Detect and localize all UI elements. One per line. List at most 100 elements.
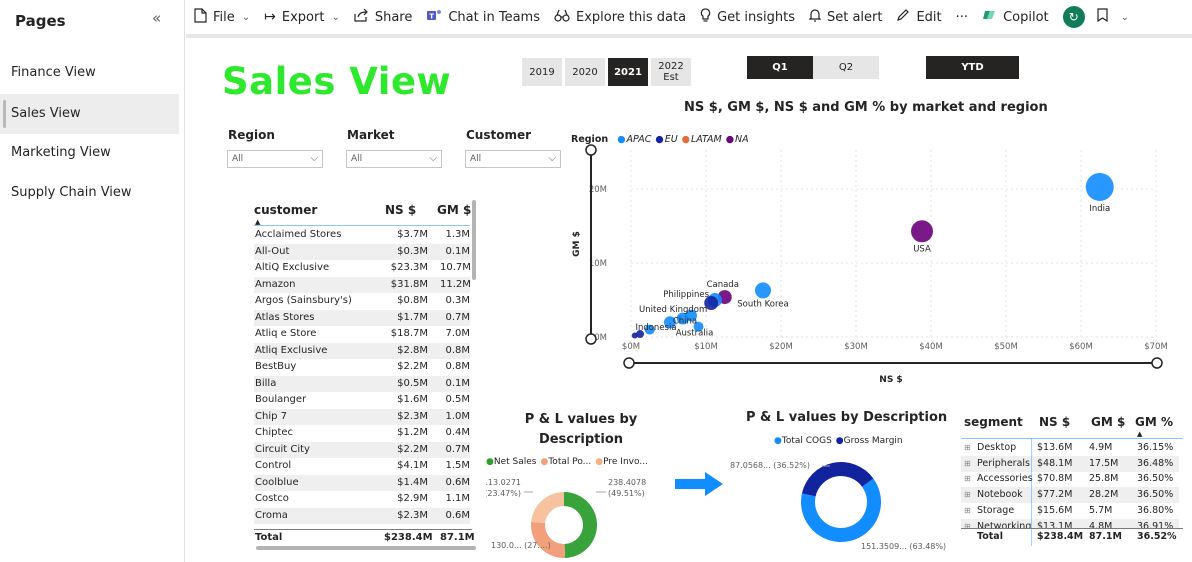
pl-donut-chart-2[interactable]: 87.0568... (36.52%) 151.3509... (63.48%)	[726, 452, 956, 562]
quarter-q1-button[interactable]: Q1	[747, 56, 813, 79]
table-row[interactable]: AltiQ Exclusive $23.3M 10.7M	[254, 260, 470, 277]
scatter-point[interactable]	[1085, 172, 1114, 201]
table-row[interactable]: BestBuy $2.2M 0.8M	[254, 359, 470, 376]
copilot-button[interactable]: Copilot	[982, 8, 1049, 26]
legend-item[interactable]: ●Total Po...	[540, 457, 591, 467]
year-2020-button[interactable]: 2020	[565, 58, 605, 86]
table-row[interactable]: Atliq Exclusive $2.8M 0.8M	[254, 342, 470, 359]
get-insights-button[interactable]: Get insights	[700, 7, 795, 27]
scatter-point[interactable]	[911, 220, 933, 243]
total-ns: $238.4M	[384, 532, 433, 543]
slider-handle[interactable]	[585, 333, 597, 345]
year-2019-button[interactable]: 2019	[522, 58, 562, 86]
edit-button[interactable]: Edit	[896, 8, 942, 26]
refresh-icon[interactable]: ↻	[1062, 6, 1085, 28]
ytd-button[interactable]: YTD	[926, 56, 1019, 79]
customer-table[interactable]: customer ▲ NS $ GM $ Acclaimed Stores $3.…	[250, 197, 478, 547]
page-finance-view[interactable]: Finance View	[0, 53, 179, 93]
explore-label: Explore this data	[576, 9, 687, 25]
table-row[interactable]: Billa $0.5M 0.1M	[254, 375, 470, 392]
cell-customer: All-Out	[255, 245, 290, 257]
page-marketing-view[interactable]: Marketing View	[0, 133, 179, 173]
legend-item[interactable]: ●Net Sales	[486, 457, 536, 467]
donut-slice[interactable]	[564, 492, 598, 558]
column-header-segment[interactable]: segment	[964, 415, 1023, 429]
table-row[interactable]: Amazon $31.8M 11.2M	[254, 276, 470, 293]
cell-gm: 0.5M	[445, 394, 470, 405]
page-sales-view[interactable]: Sales View	[0, 94, 179, 134]
year-2021-button[interactable]: 2021	[608, 58, 648, 86]
column-header-gm[interactable]: GM $	[437, 203, 471, 217]
cell-customer: Chiptec	[255, 427, 294, 438]
file-menu[interactable]: File ⌄	[194, 7, 250, 27]
legend-item[interactable]: ●Total COGS	[774, 436, 832, 446]
legend-item[interactable]: ●Gross Margin	[836, 436, 903, 446]
table-row[interactable]: ⊞ Networking $13.1M 4.8M 36.91%	[961, 518, 1179, 529]
expand-icon[interactable]: ⊞	[964, 440, 971, 456]
expand-icon[interactable]: ⊞	[964, 456, 971, 472]
table-row[interactable]: Chiptec $1.2M 0.4M	[254, 425, 470, 442]
share-button[interactable]: Share	[354, 8, 412, 26]
expand-icon[interactable]: ⊞	[964, 487, 971, 503]
scatter-chart[interactable]: $0M $10M $20M $30M $40M $50M $60M $70M0M10M20MG…	[571, 142, 1171, 392]
collapse-pane-icon[interactable]: «	[152, 9, 161, 27]
table-row[interactable]: All-Out $0.3M 0.1M	[254, 243, 470, 260]
table-row[interactable]: Croma $2.3M 0.6M	[254, 507, 470, 524]
cell-gm: 4.8M	[1089, 520, 1113, 529]
quarter-q2-button[interactable]: Q2	[813, 56, 879, 79]
table-row[interactable]: Atlas Stores $1.7M 0.7M	[254, 309, 470, 326]
expand-icon[interactable]: ⊞	[964, 471, 971, 487]
data-label-value: 151.3509...	[861, 542, 907, 551]
data-label: (49.51%)	[608, 489, 645, 498]
pl-donut-chart-1[interactable]: (49.51%) 238.4078 (23.47%) 113.0271 130.0...…	[486, 470, 676, 560]
table-row[interactable]: Atliq e Store $18.7M 7.0M	[254, 326, 470, 343]
table-row[interactable]: Circuit City $2.2M 0.7M	[254, 441, 470, 458]
column-header-ns[interactable]: NS $	[385, 203, 416, 217]
slider-handle[interactable]	[585, 144, 597, 156]
set-alert-button[interactable]: Set alert	[808, 8, 882, 26]
expand-icon[interactable]: ⊞	[964, 503, 971, 519]
donut-slice[interactable]	[531, 492, 564, 524]
table-horizontal-scrollbar[interactable]	[256, 546, 476, 550]
export-menu[interactable]: ↦ Export ⌄	[264, 9, 340, 25]
table-row[interactable]: Control $4.1M 1.5M	[254, 458, 470, 475]
segment-table[interactable]: segment NS $ GM $ GM % ▲ ⊞ Desktop $13.6M 4…	[961, 410, 1185, 550]
more-options-button[interactable]: ···	[956, 10, 968, 25]
chat-in-teams-button[interactable]: T Chat in Teams	[426, 8, 540, 27]
donut-slice[interactable]	[801, 462, 874, 497]
slider-handle[interactable]	[623, 357, 635, 369]
expand-icon[interactable]: ⊞	[964, 519, 971, 529]
slider-handle[interactable]	[1151, 357, 1163, 369]
table-row[interactable]: Costco $2.9M 1.1M	[254, 491, 470, 508]
table-row[interactable]: Acclaimed Stores $3.7M 1.3M	[254, 227, 470, 244]
region-slicer[interactable]: All ⌵	[227, 150, 323, 168]
scatter-point[interactable]	[755, 282, 771, 299]
pages-pane: Pages « Finance View Sales View Marketin…	[0, 0, 185, 562]
table-row[interactable]: ⊞ Notebook $77.2M 28.2M 36.50%	[961, 487, 1179, 504]
bookmark-menu[interactable]: ⌄	[1097, 8, 1129, 26]
customer-slicer[interactable]: All ⌵	[465, 150, 561, 168]
column-header-gm-pct[interactable]: GM %	[1135, 415, 1183, 429]
column-header-ns[interactable]: NS $	[1039, 415, 1070, 429]
table-row[interactable]: Coolblue $1.4M 0.6M	[254, 474, 470, 491]
year-2022-est-button[interactable]: 2022 Est	[651, 58, 691, 86]
page-supply-chain-view[interactable]: Supply Chain View	[0, 173, 179, 213]
legend-item[interactable]: ●Pre Invo...	[595, 457, 648, 467]
explore-data-button[interactable]: Explore this data	[554, 9, 686, 26]
table-row[interactable]: Chip 7 $2.3M 1.0M	[254, 408, 470, 425]
scatter-point[interactable]	[631, 332, 638, 339]
table-row[interactable]: Argos (Sainsbury's) $0.8M 0.3M	[254, 293, 470, 310]
table-row[interactable]: ⊞ Peripherals $48.1M 17.5M 36.48%	[961, 455, 1179, 472]
table-vertical-scrollbar[interactable]	[472, 200, 476, 280]
table-row[interactable]: ⊞ Accessories $70.8M 25.8M 36.50%	[961, 471, 1179, 487]
market-slicer[interactable]: All ⌵	[346, 150, 442, 168]
column-header-gm[interactable]: GM $	[1091, 415, 1125, 429]
table-row[interactable]: ⊞ Desktop $13.6M 4.9M 36.15%	[961, 440, 1179, 456]
point-label: India	[1089, 204, 1110, 214]
table-row[interactable]: ⊞ Storage $15.6M 5.7M 36.80%	[961, 503, 1179, 519]
table-row[interactable]: Boulanger $1.6M 0.5M	[254, 392, 470, 409]
column-header-customer[interactable]: customer	[254, 203, 317, 217]
donut-slice[interactable]	[531, 521, 565, 558]
cell-ns: $2.2M	[397, 361, 428, 372]
cell-gm: 25.8M	[1089, 473, 1119, 485]
